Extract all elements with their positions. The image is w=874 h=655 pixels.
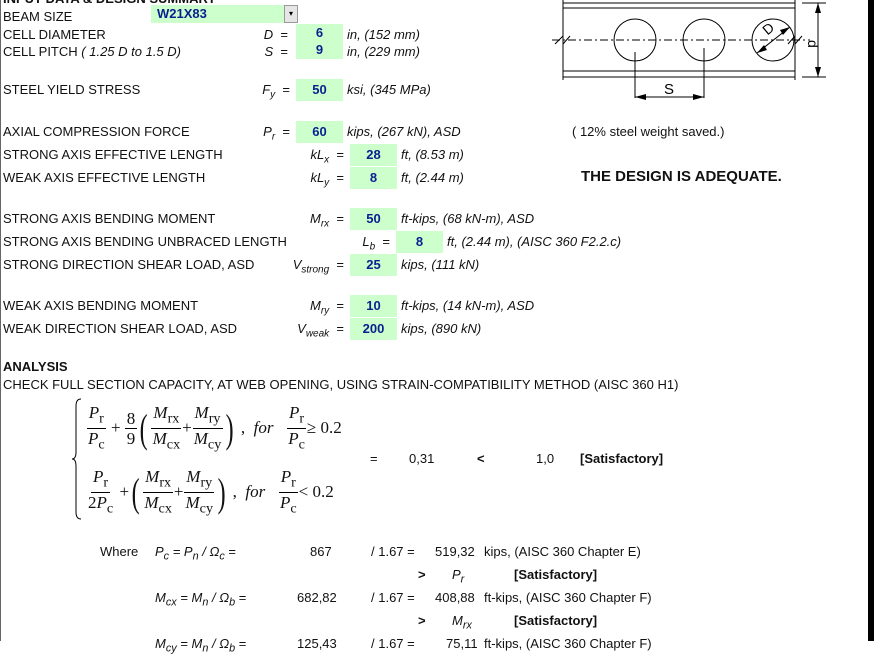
input-symbol: Mrx = bbox=[309, 211, 344, 230]
result-comparator: < bbox=[477, 451, 485, 466]
design-verdict: THE DESIGN IS ADEQUATE. bbox=[581, 168, 782, 185]
sheet-left-border bbox=[0, 0, 1, 641]
nominal-strength: 867 bbox=[310, 544, 332, 559]
input-unit: ksi, (345 MPa) bbox=[347, 82, 431, 97]
input-value-cell[interactable]: 28 bbox=[350, 144, 397, 166]
input-label: STRONG AXIS BENDING UNBRACED LENGTH bbox=[3, 234, 287, 249]
input-symbol: Mry = bbox=[309, 298, 344, 317]
input-label: AXIAL COMPRESSION FORCE bbox=[3, 124, 190, 139]
input-unit: in, (229 mm) bbox=[347, 44, 420, 59]
input-label: CELL DIAMETER bbox=[3, 27, 106, 42]
castellated-beam-diagram: S D d bbox=[552, 0, 826, 100]
allowable-strength: 75,11 bbox=[446, 636, 478, 651]
diagram-label-s: S bbox=[664, 81, 674, 98]
capacity-unit-ref: ft-kips, (AISC 360 Chapter F) bbox=[484, 590, 652, 605]
input-symbol: kLx = bbox=[310, 147, 344, 166]
allowable-strength: 519,32 bbox=[435, 544, 475, 559]
pr-over-pc: Pr Pc bbox=[86, 403, 106, 453]
input-value-cell[interactable]: 50 bbox=[296, 79, 343, 101]
input-unit: in, (152 mm) bbox=[347, 27, 420, 42]
input-unit: kips, (111 kN) bbox=[401, 257, 480, 272]
analysis-title: ANALYSIS bbox=[3, 359, 68, 374]
safety-factor-division: / 1.67 = bbox=[371, 636, 415, 651]
check-status: [Satisfactory] bbox=[514, 613, 598, 628]
interaction-limit: 1,0 bbox=[536, 451, 555, 466]
input-label: STEEL YIELD STRESS bbox=[3, 82, 141, 97]
input-unit: ft, (2.44 m), (AISC 360 F2.2.c) bbox=[447, 234, 622, 249]
capacity-unit-ref: ft-kips, (AISC 360 Chapter F) bbox=[484, 636, 652, 651]
input-label: WEAK DIRECTION SHEAR LOAD, ASD bbox=[3, 321, 238, 336]
input-value-cell[interactable]: 50 bbox=[350, 208, 397, 230]
input-unit: kips, (267 kN), ASD bbox=[347, 124, 461, 139]
allowable-strength: 408,88 bbox=[435, 590, 475, 605]
input-symbol: Vstrong = bbox=[292, 257, 344, 276]
input-label: WEAK AXIS BENDING MOMENT bbox=[3, 298, 199, 313]
input-value-cell[interactable]: 8 bbox=[396, 231, 443, 253]
diagram-label-depth: d bbox=[805, 40, 821, 48]
input-label: STRONG AXIS EFFECTIVE LENGTH bbox=[3, 147, 223, 162]
result-status: [Satisfactory] bbox=[580, 451, 664, 466]
capacity-expression: Pc = Pn / Ωc = bbox=[155, 544, 236, 563]
nominal-strength: 125,43 bbox=[297, 636, 337, 651]
input-unit: ft, (2.44 m) bbox=[401, 170, 464, 185]
safety-factor-division: / 1.67 = bbox=[371, 544, 415, 559]
safety-factor-division: / 1.67 = bbox=[371, 590, 415, 605]
where-label: Where bbox=[100, 544, 139, 559]
input-label: CELL PITCH ( 1.25 D to 1.5 D) bbox=[3, 44, 181, 59]
input-value-cell[interactable]: 9 bbox=[296, 41, 343, 59]
beam-size-label: BEAM SIZE bbox=[3, 9, 73, 24]
weight-saved-note: ( 12% steel weight saved.) bbox=[572, 124, 725, 139]
input-value-cell[interactable]: 60 bbox=[296, 121, 343, 143]
chevron-down-icon[interactable]: ▾ bbox=[284, 5, 298, 23]
capacity-expression: Mcx = Mn / Ωb = bbox=[155, 590, 247, 609]
input-label: STRONG DIRECTION SHEAR LOAD, ASD bbox=[3, 257, 255, 272]
check-status: [Satisfactory] bbox=[514, 567, 598, 582]
input-symbol: Fy = bbox=[262, 82, 290, 101]
input-value-cell[interactable]: 6 bbox=[296, 24, 343, 42]
check-comparator: > bbox=[418, 613, 426, 628]
demand-symbol: Pr bbox=[452, 567, 465, 586]
input-label: STRONG AXIS BENDING MOMENT bbox=[3, 211, 216, 226]
result-equals: = bbox=[370, 451, 378, 466]
beam-size-dropdown[interactable]: W21X83 ▾ bbox=[151, 5, 298, 23]
beam-size-value: W21X83 bbox=[157, 6, 207, 21]
input-symbol: D = bbox=[263, 27, 288, 42]
input-symbol: Vweak = bbox=[297, 321, 344, 340]
input-value-cell[interactable]: 10 bbox=[350, 295, 397, 317]
input-unit: kips, (890 kN) bbox=[401, 321, 482, 336]
interaction-ratio-value: 0,31 bbox=[409, 451, 435, 466]
input-label: WEAK AXIS EFFECTIVE LENGTH bbox=[3, 170, 206, 185]
interaction-formula-case-1: Pr Pc + 8 9(Mrx Mcx + Mry Mcy) , for Pr Pc ≥ 0.2 bbox=[86, 403, 342, 453]
interaction-formula-case-2: Pr 2Pc +(Mrx Mcx + Mry Mcy) , for Pr Pc < 0.2 bbox=[88, 467, 334, 517]
nominal-strength: 682,82 bbox=[297, 590, 337, 605]
input-symbol: Pr = bbox=[263, 124, 290, 143]
input-value-cell[interactable]: 25 bbox=[350, 254, 397, 276]
input-symbol: S = bbox=[264, 44, 289, 59]
input-symbol: Lb = bbox=[362, 234, 390, 253]
brace-icon bbox=[72, 398, 82, 520]
capacity-unit-ref: kips, (AISC 360 Chapter E) bbox=[484, 544, 641, 559]
window-right-edge bbox=[868, 0, 874, 641]
input-symbol: kLy = bbox=[310, 170, 344, 189]
capacity-expression: Mcy = Mn / Ωb = bbox=[155, 636, 247, 655]
check-comparator: > bbox=[418, 567, 426, 582]
input-unit: ft-kips, (68 kN-m), ASD bbox=[401, 211, 535, 226]
input-value-cell[interactable]: 8 bbox=[350, 167, 397, 189]
input-unit: ft, (8.53 m) bbox=[401, 147, 464, 162]
analysis-subtitle: CHECK FULL SECTION CAPACITY, AT WEB OPEN… bbox=[3, 377, 679, 392]
demand-symbol: Mrx bbox=[452, 613, 472, 632]
input-value-cell[interactable]: 200 bbox=[350, 318, 397, 340]
input-unit: ft-kips, (14 kN-m), ASD bbox=[401, 298, 535, 313]
